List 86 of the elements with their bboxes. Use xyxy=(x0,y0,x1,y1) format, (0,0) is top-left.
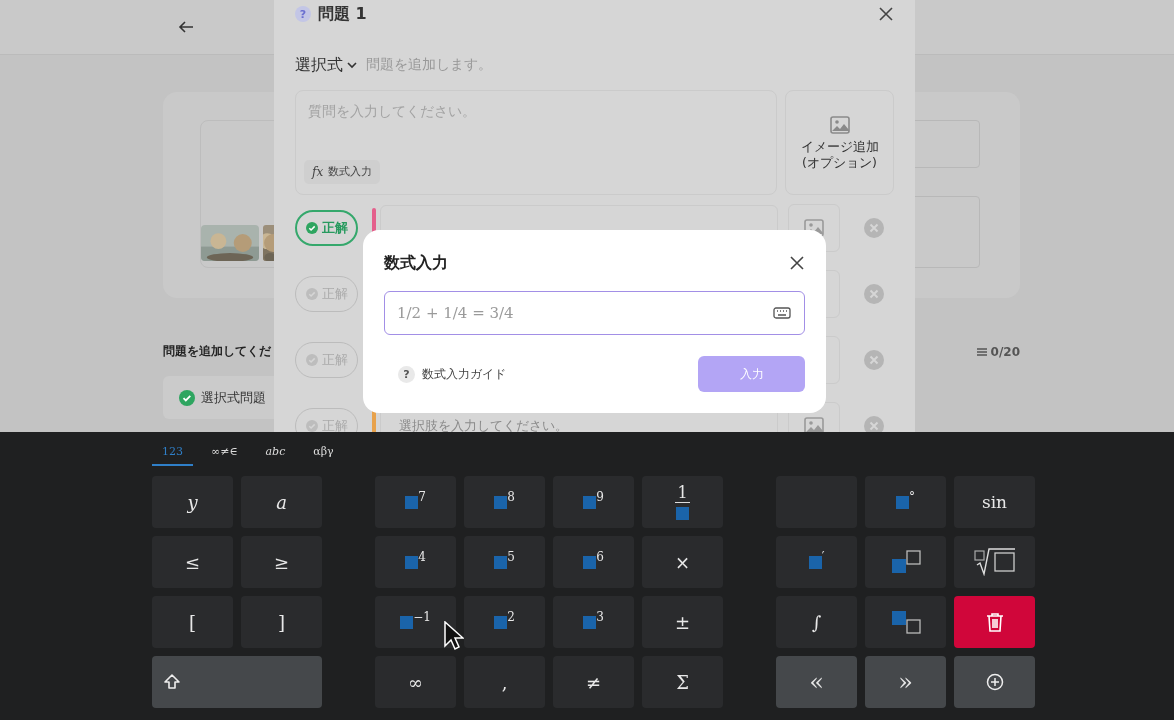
dialog-title: 問題 1 xyxy=(318,3,368,25)
root-icon xyxy=(973,548,1016,576)
delete-key[interactable] xyxy=(954,596,1035,648)
image-add-button[interactable]: イメージ追加 (オプション) xyxy=(785,90,894,195)
key-button[interactable]: ≥ xyxy=(241,536,322,588)
chevron-down-icon xyxy=(346,59,358,71)
placeholder-icon xyxy=(405,495,419,509)
key-button[interactable]: Σ xyxy=(642,656,723,708)
placeholder-icon xyxy=(896,495,909,509)
keyboard-tab[interactable]: abc xyxy=(255,443,296,466)
check-circle-icon xyxy=(305,354,318,366)
close-button[interactable] xyxy=(878,6,894,22)
placeholder-icon xyxy=(405,555,419,569)
key-button[interactable]: × xyxy=(642,536,723,588)
placeholder-icon xyxy=(583,615,597,629)
keyboard-tab[interactable]: ∞≠∈ xyxy=(201,443,248,466)
hint-text: 問題を追加します。 xyxy=(366,56,492,74)
placeholder-icon xyxy=(494,615,508,629)
check-circle-icon xyxy=(179,389,195,406)
key-button[interactable]: 3 xyxy=(553,596,634,648)
keyboard-tab[interactable]: αβγ xyxy=(303,443,344,466)
modal-title: 数式入力 xyxy=(384,252,448,274)
close-icon xyxy=(878,6,894,22)
placeholder-icon xyxy=(676,507,689,520)
key-button[interactable]: 1 xyxy=(642,476,723,528)
key-button[interactable]: ] xyxy=(241,596,322,648)
image-icon xyxy=(829,114,850,135)
key-button[interactable]: −1 xyxy=(375,596,456,648)
keyboard-icon xyxy=(773,307,791,319)
key-button[interactable] xyxy=(954,536,1035,588)
superscript-icon xyxy=(890,550,921,574)
key-button[interactable]: 4 xyxy=(375,536,456,588)
placeholder-icon xyxy=(583,555,597,569)
key-button[interactable] xyxy=(865,536,946,588)
formula-input[interactable]: 1/2 + 1/4 = 3/4 xyxy=(384,291,805,335)
subscript-icon xyxy=(890,610,921,634)
key-button[interactable] xyxy=(865,596,946,648)
placeholder-icon xyxy=(583,495,597,509)
placeholder-icon xyxy=(808,555,822,569)
key-button[interactable]: 6 xyxy=(553,536,634,588)
placeholder-icon xyxy=(494,555,508,569)
key-button[interactable]: 2 xyxy=(464,596,545,648)
check-circle-icon xyxy=(305,288,318,300)
placeholder-icon xyxy=(494,495,508,509)
key-button[interactable]: y xyxy=(152,476,233,528)
key-button[interactable]: ± xyxy=(642,596,723,648)
arrow-key[interactable]: « xyxy=(776,656,857,708)
section-title: 問題を追加してくだ xyxy=(163,343,271,360)
key-button[interactable]: , xyxy=(464,656,545,708)
key-button[interactable]: ′ xyxy=(776,536,857,588)
back-arrow-icon xyxy=(178,19,194,35)
key-button[interactable]: ° xyxy=(865,476,946,528)
type-dropdown[interactable]: 選択式 xyxy=(295,54,358,76)
key-button[interactable]: ≠ xyxy=(553,656,634,708)
key-button[interactable]: 8 xyxy=(464,476,545,528)
key-button[interactable]: sin xyxy=(954,476,1035,528)
key-button[interactable]: 7 xyxy=(375,476,456,528)
check-circle-icon xyxy=(305,222,318,234)
shift-icon xyxy=(164,674,180,690)
key-button[interactable]: ∫ xyxy=(776,596,857,648)
cursor-icon xyxy=(444,621,464,651)
arrow-key[interactable]: » xyxy=(865,656,946,708)
function-icon: fx xyxy=(312,165,324,179)
placeholder-icon xyxy=(400,615,414,629)
guide-link[interactable]: ? 数式入力ガイド xyxy=(384,365,506,383)
add-key[interactable] xyxy=(954,656,1035,708)
key-button[interactable]: ≤ xyxy=(152,536,233,588)
keyboard-tab[interactable]: 123 xyxy=(152,443,193,466)
add-icon xyxy=(985,673,1004,691)
help-badge: ? xyxy=(398,365,415,383)
key-button[interactable]: ∞ xyxy=(375,656,456,708)
list-icon xyxy=(975,345,988,358)
close-icon xyxy=(789,255,805,271)
trash-icon xyxy=(984,611,1005,633)
help-badge: ? xyxy=(295,6,311,22)
check-circle-icon xyxy=(305,420,318,432)
remove-icon xyxy=(864,218,884,238)
key-button[interactable]: 9 xyxy=(553,476,634,528)
question-count: 0/20 xyxy=(990,344,1020,359)
remove-icon xyxy=(864,284,884,304)
formula-button[interactable]: fx 数式入力 xyxy=(304,160,381,184)
key-button[interactable]: 5 xyxy=(464,536,545,588)
close-button[interactable] xyxy=(789,255,805,271)
key-button[interactable]: [ xyxy=(152,596,233,648)
key-button[interactable]: a xyxy=(241,476,322,528)
remove-icon xyxy=(864,350,884,370)
